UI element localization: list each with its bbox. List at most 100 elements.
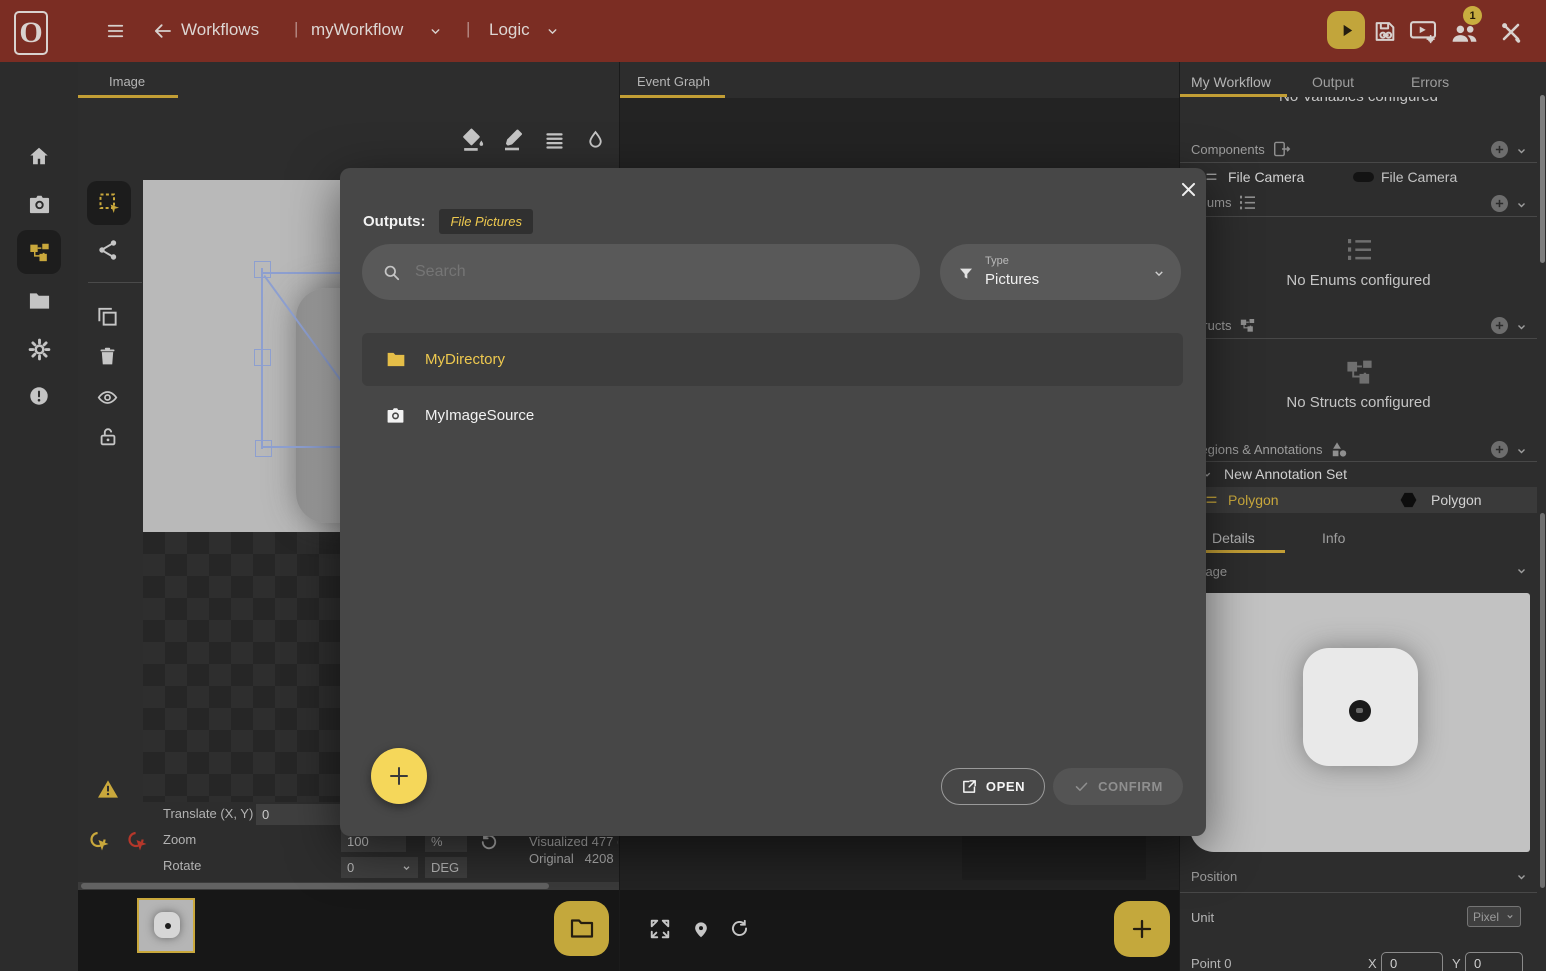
tab-output[interactable]: Output	[1312, 74, 1354, 90]
components-header: Components	[1191, 141, 1291, 157]
selection-handle[interactable]	[254, 349, 271, 366]
enums-empty-icon	[1344, 238, 1375, 266]
close-icon[interactable]	[1176, 177, 1200, 201]
click-deselect-icon[interactable]	[126, 829, 150, 859]
search-box[interactable]	[362, 244, 920, 300]
component-item[interactable]: File Camera	[1205, 169, 1304, 185]
back-arrow-icon[interactable]	[152, 21, 173, 41]
fill-color-icon[interactable]	[460, 126, 485, 152]
annotation-type: Polygon	[1431, 492, 1482, 508]
center-view-icon[interactable]	[691, 917, 711, 941]
tool-lock[interactable]	[97, 425, 119, 449]
v-scrollbar-thumb[interactable]	[1540, 513, 1545, 888]
tab-image-underline	[78, 95, 178, 98]
sidebar-item-files[interactable]	[17, 279, 61, 323]
chevron-down-icon[interactable]	[1515, 144, 1528, 162]
rotate-select[interactable]: 0	[341, 857, 418, 878]
opacity-icon[interactable]	[585, 128, 606, 152]
selection-handle[interactable]	[255, 440, 272, 457]
visualized-row: Visualized 477 (1	[529, 834, 618, 849]
chevron-down-icon[interactable]	[1515, 320, 1528, 338]
image-thumbnail[interactable]	[137, 898, 195, 953]
add-node-button[interactable]	[1114, 901, 1170, 957]
add-component-button[interactable]	[1491, 141, 1508, 158]
tool-duplicate[interactable]	[96, 305, 119, 328]
enum-list-icon	[1239, 195, 1256, 210]
annotation-row-polygon[interactable]: Polygon Polygon	[1180, 487, 1537, 513]
sidebar-item-workflows[interactable]	[17, 230, 61, 274]
sidebar-item-alerts[interactable]	[17, 374, 61, 418]
sidebar-item-home[interactable]	[17, 134, 61, 178]
tab-details[interactable]: Details	[1212, 530, 1255, 546]
tab-errors[interactable]: Errors	[1411, 74, 1449, 90]
tool-marquee-select[interactable]	[87, 181, 131, 225]
chevron-down-icon[interactable]	[1515, 444, 1528, 462]
tool-visibility[interactable]	[94, 387, 121, 408]
sidebar-item-settings[interactable]	[17, 327, 61, 371]
plus-icon	[1494, 444, 1505, 455]
refresh-icon[interactable]	[729, 918, 750, 939]
chevron-down-icon	[1152, 267, 1166, 280]
tab-image[interactable]: Image	[109, 74, 145, 89]
click-select-icon[interactable]	[88, 829, 112, 859]
selection-edge[interactable]	[262, 272, 346, 274]
section-divider	[1180, 892, 1537, 893]
tools-icon[interactable]	[1498, 20, 1524, 44]
component-type-name: File Camera	[1381, 169, 1457, 185]
add-output-button[interactable]	[371, 748, 427, 804]
type-filter-value: Pictures	[985, 271, 1039, 288]
tool-delete[interactable]	[97, 345, 118, 368]
section-name[interactable]: Logic	[489, 20, 530, 40]
draw-icon[interactable]	[501, 127, 525, 152]
tab-my-workflow-underline	[1180, 94, 1287, 97]
chevron-down-icon[interactable]	[1515, 198, 1528, 216]
add-enum-button[interactable]	[1491, 195, 1508, 212]
trash-icon	[97, 345, 118, 368]
unit-value: Pixel	[1473, 910, 1499, 924]
chevron-down-icon[interactable]	[428, 25, 443, 38]
h-scrollbar-thumb[interactable]	[81, 883, 549, 889]
type-filter-select[interactable]: Type Pictures	[940, 244, 1181, 300]
translate-input[interactable]	[256, 804, 342, 825]
tool-share-nodes[interactable]	[96, 238, 120, 262]
point0-y-input[interactable]	[1465, 952, 1523, 971]
open-button[interactable]: OPEN	[941, 768, 1045, 805]
tab-info[interactable]: Info	[1322, 530, 1345, 546]
add-annotation-button[interactable]	[1491, 441, 1508, 458]
point0-x-input[interactable]	[1381, 952, 1443, 971]
list-item-image-source[interactable]: MyImageSource	[362, 389, 1183, 442]
search-input[interactable]	[413, 262, 900, 282]
annotation-set-row[interactable]: New Annotation Set	[1201, 466, 1347, 482]
v-scrollbar-thumb[interactable]	[1540, 95, 1545, 263]
notification-badge: 1	[1463, 6, 1482, 25]
screen-run-settings-icon[interactable]	[1408, 20, 1438, 44]
marquee-select-icon	[97, 191, 121, 215]
chevron-down-icon[interactable]	[1515, 870, 1528, 888]
list-item-directory[interactable]: MyDirectory	[362, 333, 1183, 386]
menu-icon[interactable]	[104, 22, 127, 40]
fit-view-icon[interactable]	[649, 918, 671, 940]
logo-letter: O	[19, 16, 42, 50]
run-workflow-button[interactable]	[1327, 11, 1365, 49]
open-image-folder-button[interactable]	[554, 901, 609, 956]
add-struct-button[interactable]	[1491, 317, 1508, 334]
open-external-icon	[961, 778, 978, 795]
chevron-down-icon[interactable]	[1515, 564, 1528, 582]
h-scrollbar-track[interactable]	[78, 882, 620, 890]
folder-icon	[570, 918, 594, 939]
app-root: O Workflows | myWorkflow | Logic 1	[0, 0, 1546, 971]
selection-edge[interactable]	[262, 446, 346, 448]
layers-list-icon[interactable]	[543, 130, 566, 151]
unit-select[interactable]: Pixel	[1467, 906, 1521, 927]
confirm-button[interactable]: CONFIRM	[1053, 768, 1183, 805]
workflow-name[interactable]: myWorkflow	[311, 20, 403, 40]
chevron-down-icon[interactable]	[545, 25, 560, 38]
breadcrumb-workflows[interactable]: Workflows	[181, 20, 259, 40]
users-icon[interactable]	[1450, 23, 1479, 44]
selection-handle[interactable]	[254, 261, 271, 278]
tab-my-workflow[interactable]: My Workflow	[1191, 74, 1271, 90]
confirm-button-label: CONFIRM	[1098, 779, 1163, 794]
tab-event-graph[interactable]: Event Graph	[637, 74, 710, 89]
save-link-icon[interactable]	[1372, 19, 1398, 44]
sidebar-item-camera[interactable]	[17, 182, 61, 226]
